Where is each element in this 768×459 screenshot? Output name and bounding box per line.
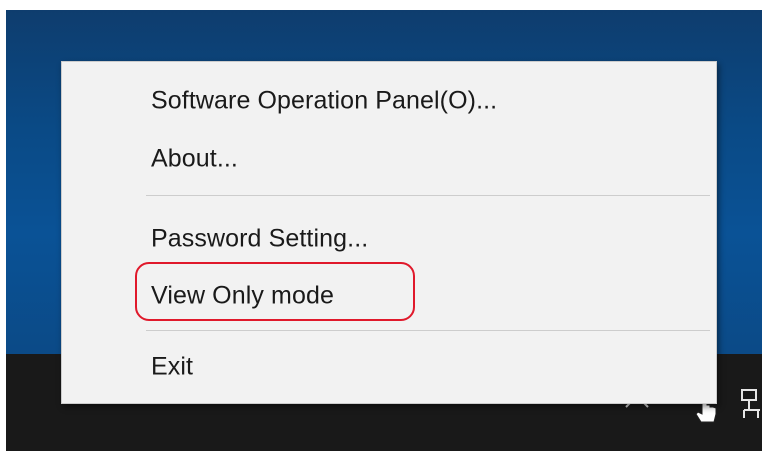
menu-item-exit[interactable]: Exit [62, 342, 716, 392]
network-icon[interactable] [740, 388, 762, 424]
screenshot: Software Operation Panel(O)... About... … [0, 0, 768, 459]
menu-item-label: Password Setting... [151, 224, 369, 253]
menu-item-label: About... [151, 144, 238, 173]
menu-item-label: View Only mode [151, 281, 334, 310]
menu-item-about[interactable]: About... [62, 134, 716, 184]
menu-item-software-operation-panel[interactable]: Software Operation Panel(O)... [62, 76, 716, 126]
menu-item-label: Software Operation Panel(O)... [151, 86, 498, 115]
menu-separator [146, 330, 710, 331]
menu-separator [146, 195, 710, 196]
tray-context-menu: Software Operation Panel(O)... About... … [61, 61, 717, 404]
menu-item-view-only-mode[interactable]: View Only mode [62, 271, 716, 321]
menu-item-label: Exit [151, 352, 194, 381]
menu-item-password-setting[interactable]: Password Setting... [62, 214, 716, 264]
